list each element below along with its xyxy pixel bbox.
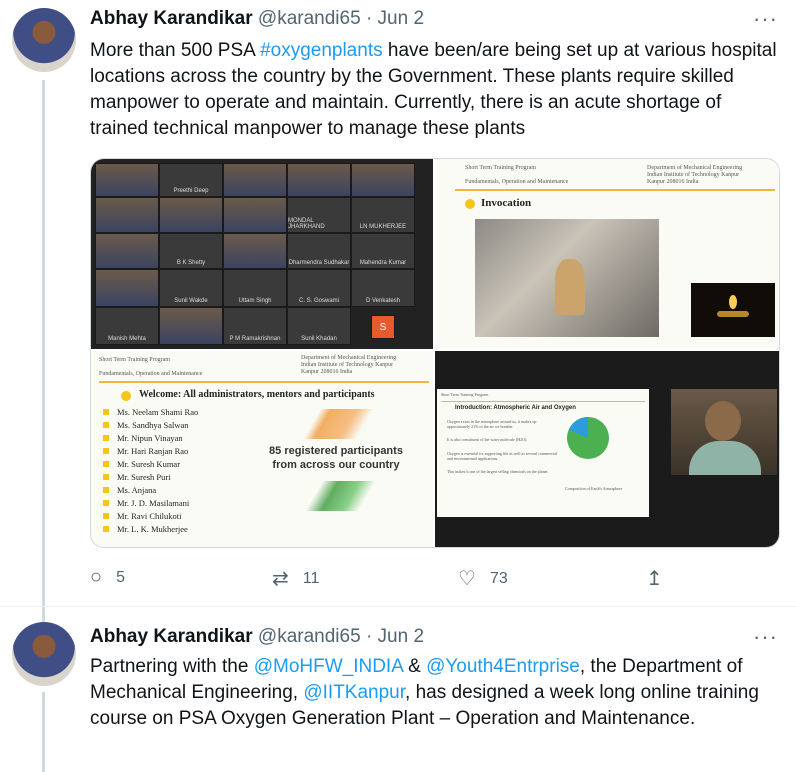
performer-photo	[475, 219, 659, 337]
participant-name: Mr. Ravi Chilukoti	[102, 511, 182, 521]
slide-dept: Department of Mechanical Engineering	[647, 165, 743, 171]
zoom-tile-name: MONDAL JHARKHAND	[287, 197, 351, 233]
retweet-icon: ⇄	[272, 568, 289, 590]
slide-title: Welcome: All administrators, mentors and…	[139, 389, 375, 400]
intro-point: Oxygen exists in the atmosphere around u…	[447, 419, 537, 429]
share-icon: ↥	[646, 568, 663, 590]
media-grid[interactable]: Preethi Deep MONDAL JHARKHAND LN MUKHERJ…	[90, 158, 780, 548]
text-segment: More than 500 PSA	[90, 40, 261, 61]
flag-swoosh-green	[301, 481, 391, 511]
welcome-slide-image[interactable]: Short Term Training Program Fundamentals…	[91, 351, 433, 547]
handle[interactable]: @karandi65	[258, 626, 361, 647]
more-options-icon[interactable]: ···	[753, 624, 778, 650]
slide-inst: Indian Institute of Technology Kanpur	[301, 362, 394, 368]
tweet-header: Abhay Karandikar @karandi65 · Jun 2	[90, 626, 424, 648]
zoom-tile-name: P M Ramakrishnan	[223, 307, 287, 345]
intro-point: It is also constituent of the water mole…	[447, 437, 528, 442]
slide-city: Kanpur 208016 India	[647, 179, 699, 185]
participant-name: Mr. Suresh Puri	[103, 472, 171, 482]
flag-swoosh-saffron	[299, 409, 389, 439]
invocation-slide-image[interactable]: Short Term Training Program Fundamentals…	[435, 159, 779, 349]
slide-title: Invocation	[481, 197, 532, 209]
zoom-tile-name: LN MUKHERJEE	[351, 197, 415, 233]
lamp-photo	[691, 283, 775, 337]
tweet-text: Partnering with the @MoHFW_INDIA & @Yout…	[90, 654, 780, 732]
zoom-tile-name: Manish Mehta	[95, 307, 159, 345]
like-button[interactable]: ♡ 73	[458, 566, 508, 591]
thread-line	[42, 80, 45, 610]
reply-count: 5	[116, 568, 125, 586]
participant-name: Mr. J. D. Masilamani	[102, 498, 190, 508]
slide-program: Short Term Training Program	[441, 392, 489, 397]
atmosphere-pie-chart	[567, 417, 609, 459]
timestamp[interactable]: · Jun 2	[366, 626, 424, 647]
pie-caption: Composition of Earth's Atmosphere	[565, 486, 623, 491]
display-name[interactable]: Abhay Karandikar	[90, 8, 253, 29]
slide-city: Kanpur 208016 India	[301, 369, 353, 375]
zoom-tile-name: Preethi Deep	[159, 163, 223, 197]
reply-button[interactable]: ○ 5	[90, 566, 125, 589]
participant-name: Mr. Nipun Vinayan	[103, 433, 183, 443]
handle[interactable]: @karandi65	[258, 8, 361, 29]
zoom-tile-name: B K Shetty	[159, 233, 223, 269]
reply-icon: ○	[90, 566, 103, 588]
slide-inst: Indian Institute of Technology Kanpur	[647, 172, 740, 178]
thread-line-top	[42, 610, 45, 622]
slide-program: Short Term Training Program	[99, 357, 170, 363]
slide-program-sub: Fundamentals, Operation and Maintenance	[465, 179, 569, 185]
avatar[interactable]	[12, 622, 76, 686]
zoom-tile-name: Dharmendra Sudhakar	[287, 233, 351, 269]
share-button[interactable]: ↥	[646, 566, 663, 591]
tweet-actions: ○ 5 ⇄ 11 ♡ 73 ↥	[90, 566, 690, 590]
intro-point: Oxygen is essential for supporting life …	[447, 451, 557, 461]
heart-icon: ♡	[458, 568, 476, 590]
text-segment: Partnering with the	[90, 656, 254, 677]
mention-link[interactable]: @IITKanpur	[303, 682, 405, 703]
slide-program-sub: Fundamentals, Operation and Maintenance	[99, 371, 203, 377]
avatar[interactable]	[12, 8, 76, 72]
intro-point: This makes it one of the largest selling…	[447, 469, 549, 474]
participant-name: Ms. Sandhya Salwan	[103, 420, 189, 430]
text-segment: &	[402, 656, 427, 677]
thread-line	[42, 692, 45, 772]
zoom-tile-name: Sunil Wakde	[159, 269, 223, 307]
retweet-button[interactable]: ⇄ 11	[272, 566, 319, 591]
participant-name: Ms. Anjana	[102, 485, 157, 495]
zoom-badge: S	[371, 315, 395, 339]
zoom-tile-name: C. S. Goswami	[287, 269, 351, 307]
slide-dept: Department of Mechanical Engineering	[301, 355, 397, 361]
mention-link[interactable]: @Youth4Entrprise	[426, 656, 580, 677]
display-name[interactable]: Abhay Karandikar	[90, 626, 253, 647]
intro-slide-image[interactable]: Short Term Training Program Introduction…	[435, 351, 779, 547]
participant-name: Mr. Suresh Kumar	[102, 459, 181, 469]
zoom-tile-name: Mahendra Kumar	[351, 233, 415, 269]
participant-name: Mr. L. K. Mukherjee	[103, 524, 188, 534]
tweet-text: More than 500 PSA #oxygenplants have bee…	[90, 38, 780, 142]
registered-participants-text: 85 registered participants from across o…	[269, 445, 403, 471]
zoom-gallery-image[interactable]: Preethi Deep MONDAL JHARKHAND LN MUKHERJ…	[91, 159, 433, 349]
more-options-icon[interactable]: ···	[753, 6, 778, 32]
zoom-tile-name: D Venkatesh	[351, 269, 415, 307]
tweet-header: Abhay Karandikar @karandi65 · Jun 2	[90, 8, 424, 30]
like-count: 73	[489, 569, 508, 587]
speaker-video	[671, 389, 777, 475]
timestamp[interactable]: · Jun 2	[366, 8, 424, 29]
hashtag-link[interactable]: #oxygenplants	[260, 40, 383, 61]
participant-name: Mr. Hari Ranjan Rao	[102, 446, 189, 456]
mention-link[interactable]: @MoHFW_INDIA	[254, 656, 403, 677]
tweet-divider	[0, 606, 796, 607]
retweet-count: 11	[302, 569, 320, 587]
participant-name: Ms. Neelam Shami Rao	[102, 407, 199, 417]
zoom-tile-name: Sunil Khadan	[287, 307, 351, 345]
slide-program: Short Term Training Program	[465, 165, 536, 171]
zoom-tile-name: Uttam Singh	[223, 269, 287, 307]
slide-title: Introduction: Atmospheric Air and Oxygen	[455, 405, 576, 411]
